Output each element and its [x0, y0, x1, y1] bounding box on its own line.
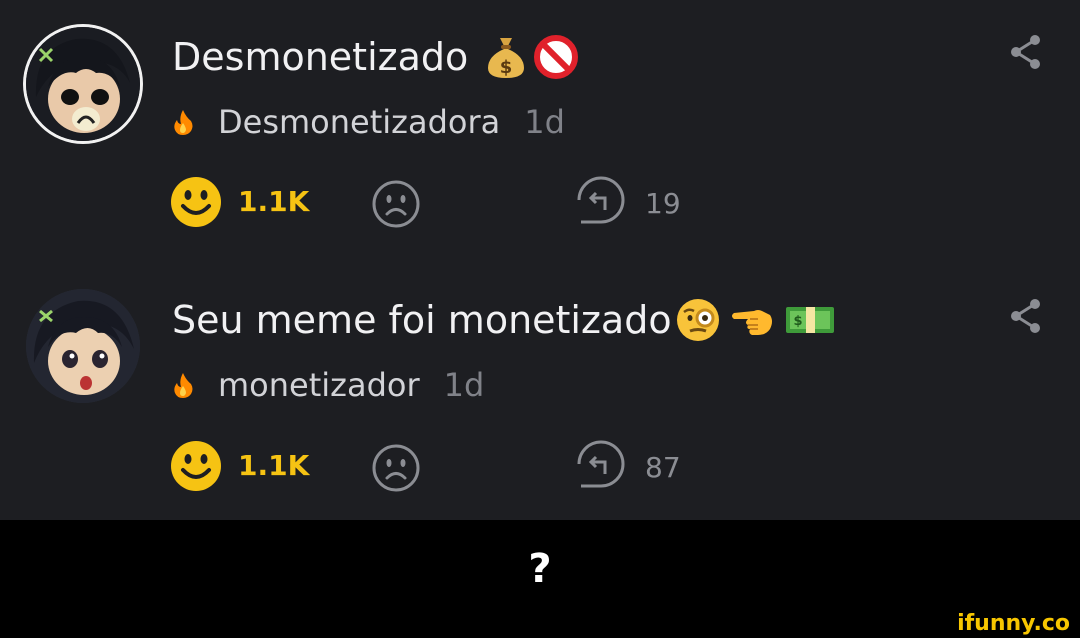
reply-count: 19 [645, 187, 681, 220]
comment-item: Desmonetizado $ Desmonetizadora 1d 1.1K … [0, 0, 1080, 260]
timestamp: 1d [443, 366, 485, 404]
caption-text: ? [528, 546, 552, 592]
like-count: 1.1K [238, 449, 310, 482]
username[interactable]: Desmonetizadora [218, 103, 500, 141]
flame-icon [174, 110, 193, 135]
dollar-banknote-icon: $ [784, 301, 836, 339]
smile-like-icon[interactable] [170, 176, 222, 228]
comment-title: Desmonetizado $ [172, 33, 580, 81]
caption-bar: ? ifunny.co [0, 520, 1080, 638]
comment-item: Seu meme foi monetizado $ monetizador 1d… [0, 264, 1080, 524]
money-bag-icon: $ [484, 34, 528, 80]
sad-dislike-icon[interactable] [370, 178, 422, 230]
watermark: ifunny.co [957, 611, 1070, 636]
share-icon[interactable] [1007, 32, 1045, 72]
comment-title: Seu meme foi monetizado $ [172, 296, 836, 344]
prohibited-icon [532, 33, 580, 81]
username[interactable]: monetizador [218, 366, 420, 404]
like-count: 1.1K [238, 185, 310, 218]
avatar[interactable] [26, 27, 140, 141]
reply-count: 87 [645, 451, 681, 484]
comment-text: Seu meme foi monetizado [172, 298, 672, 342]
author-row: Desmonetizadora 1d [172, 102, 565, 142]
comment-text: Desmonetizado [172, 35, 469, 79]
flame-icon [174, 373, 193, 398]
svg-text:$: $ [500, 57, 513, 78]
reply-icon[interactable] [575, 440, 627, 494]
author-row: monetizador 1d [172, 365, 484, 405]
sad-dislike-icon[interactable] [370, 442, 422, 494]
action-bar: 1.1K 19 [170, 176, 730, 232]
svg-text:$: $ [793, 314, 802, 329]
avatar[interactable] [26, 289, 140, 403]
backhand-pointing-left-icon [730, 297, 776, 343]
share-icon[interactable] [1007, 296, 1045, 336]
face-with-monocle-icon [674, 296, 722, 344]
comments-feed: Desmonetizado $ Desmonetizadora 1d 1.1K … [0, 0, 1080, 520]
smile-like-icon[interactable] [170, 440, 222, 492]
reply-icon[interactable] [575, 176, 627, 230]
action-bar: 1.1K 87 [170, 440, 730, 496]
timestamp: 1d [524, 103, 565, 141]
